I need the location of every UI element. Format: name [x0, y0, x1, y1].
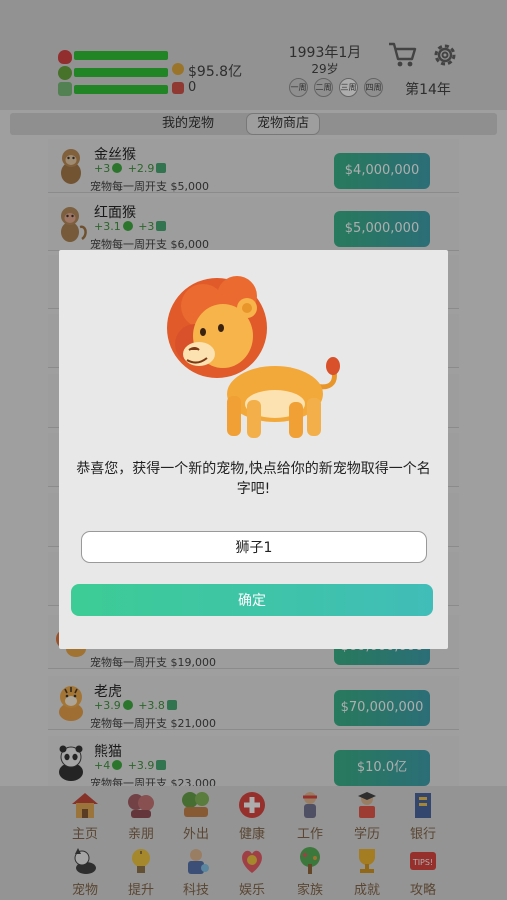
lion-illustration [167, 276, 340, 438]
pet-name-input[interactable] [81, 531, 427, 563]
confirm-button[interactable]: 确定 [71, 584, 433, 616]
name-pet-dialog: 恭喜您，获得一个新的宠物,快点给你的新宠物取得一个名字吧! 确定 [59, 250, 448, 649]
dialog-message: 恭喜您，获得一个新的宠物,快点给你的新宠物取得一个名字吧! [76, 461, 431, 497]
